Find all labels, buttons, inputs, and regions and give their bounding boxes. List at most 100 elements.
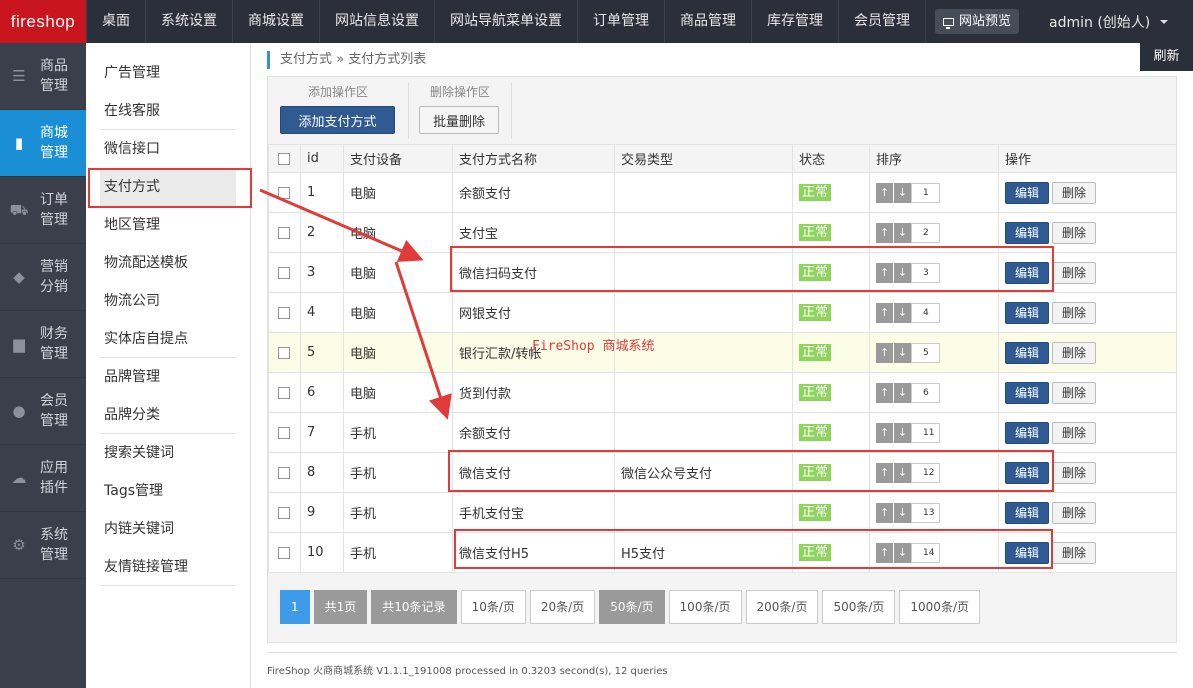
batch-delete-button[interactable]: 批量删除 [419, 106, 499, 134]
topnav-site-info[interactable]: 网站信息设置 [320, 0, 435, 43]
arrow-down-icon[interactable]: ↓ [894, 382, 911, 403]
topnav-inventory[interactable]: 库存管理 [752, 0, 839, 43]
topnav-members[interactable]: 会员管理 [839, 0, 926, 43]
delete-button[interactable]: 删除 [1052, 221, 1096, 244]
arrow-down-icon[interactable]: ↓ [894, 422, 911, 443]
page-size-20[interactable]: 20条/页 [529, 590, 596, 624]
submenu-friend-links[interactable]: 友情链接管理 [100, 548, 236, 586]
delete-button[interactable]: 删除 [1052, 341, 1096, 364]
row-checkbox[interactable] [278, 306, 290, 319]
column-header-name[interactable]: 支付方式名称 [452, 144, 615, 173]
edit-button[interactable]: 编辑 [1005, 381, 1049, 404]
page-size-100[interactable]: 100条/页 [668, 590, 742, 624]
arrow-down-icon[interactable]: ↓ [894, 182, 911, 203]
status-badge[interactable]: 正常 [799, 544, 832, 561]
column-header-device[interactable]: 支付设备 [343, 144, 453, 173]
row-checkbox[interactable] [278, 546, 290, 559]
arrow-up-icon[interactable]: ↑ [876, 542, 893, 563]
edit-button[interactable]: 编辑 [1005, 541, 1049, 564]
column-header-trade-type[interactable]: 交易类型 [614, 144, 793, 173]
topnav-desktop[interactable]: 桌面 [86, 0, 146, 43]
logo[interactable]: fireshop [0, 0, 86, 43]
topnav-products[interactable]: 商品管理 [665, 0, 752, 43]
page-size-500[interactable]: 500条/页 [822, 590, 896, 624]
refresh-button[interactable]: 刷新 [1140, 43, 1193, 71]
submenu-brand-categories[interactable]: 品牌分类 [100, 396, 236, 434]
status-badge[interactable]: 正常 [799, 304, 832, 321]
topnav-orders[interactable]: 订单管理 [578, 0, 665, 43]
row-checkbox[interactable] [278, 266, 290, 279]
delete-button[interactable]: 删除 [1052, 381, 1096, 404]
sort-input[interactable]: 1 [911, 182, 940, 203]
sidebar-item-marketing[interactable]: ◆ 营销 分销 [0, 244, 86, 311]
submenu-online-service[interactable]: 在线客服 [100, 92, 236, 130]
status-badge[interactable]: 正常 [799, 184, 832, 201]
sort-input[interactable]: 13 [911, 502, 940, 523]
delete-button[interactable]: 删除 [1052, 301, 1096, 324]
topnav-mall-settings[interactable]: 商城设置 [233, 0, 320, 43]
submenu-internal-links[interactable]: 内链关键词 [100, 510, 236, 548]
sidebar-item-products[interactable]: ☰ 商品 管理 [0, 43, 86, 110]
arrow-up-icon[interactable]: ↑ [876, 502, 893, 523]
sidebar-item-mall[interactable]: ▮ 商城 管理 [0, 110, 86, 177]
status-badge[interactable]: 正常 [799, 464, 832, 481]
submenu-logistics[interactable]: 物流公司 [100, 282, 236, 320]
topnav-system-settings[interactable]: 系统设置 [146, 0, 233, 43]
arrow-up-icon[interactable]: ↑ [876, 342, 893, 363]
arrow-up-icon[interactable]: ↑ [876, 262, 893, 283]
submenu-payment-methods[interactable]: 支付方式 [100, 168, 236, 206]
arrow-down-icon[interactable]: ↓ [894, 342, 911, 363]
sort-input[interactable]: 3 [911, 262, 940, 283]
edit-button[interactable]: 编辑 [1005, 221, 1049, 244]
submenu-regions[interactable]: 地区管理 [100, 206, 236, 244]
sort-input[interactable]: 6 [911, 382, 940, 403]
submenu-search-keywords[interactable]: 搜索关键词 [100, 434, 236, 472]
row-checkbox[interactable] [278, 506, 290, 519]
sort-input[interactable]: 5 [911, 342, 940, 363]
site-preview-button[interactable]: 网站预览 [935, 9, 1020, 34]
arrow-down-icon[interactable]: ↓ [894, 262, 911, 283]
edit-button[interactable]: 编辑 [1005, 261, 1049, 284]
edit-button[interactable]: 编辑 [1005, 501, 1049, 524]
arrow-down-icon[interactable]: ↓ [894, 542, 911, 563]
arrow-down-icon[interactable]: ↓ [894, 502, 911, 523]
delete-button[interactable]: 删除 [1052, 501, 1096, 524]
edit-button[interactable]: 编辑 [1005, 181, 1049, 204]
sidebar-item-orders[interactable]: ⛟ 订单 管理 [0, 177, 86, 244]
arrow-up-icon[interactable]: ↑ [876, 422, 893, 443]
submenu-wechat-api[interactable]: 微信接口 [100, 130, 236, 168]
edit-button[interactable]: 编辑 [1005, 421, 1049, 444]
arrow-up-icon[interactable]: ↑ [876, 222, 893, 243]
select-all-checkbox[interactable] [278, 152, 290, 165]
add-payment-button[interactable]: 添加支付方式 [280, 106, 395, 134]
delete-button[interactable]: 删除 [1052, 261, 1096, 284]
status-badge[interactable]: 正常 [799, 384, 832, 401]
column-header-status[interactable]: 状态 [792, 144, 870, 173]
column-header-sort[interactable]: 排序 [869, 144, 999, 173]
sort-input[interactable]: 4 [911, 302, 940, 323]
sort-input[interactable]: 12 [911, 462, 940, 483]
column-header-id[interactable]: id [300, 144, 344, 173]
status-badge[interactable]: 正常 [799, 224, 832, 241]
arrow-up-icon[interactable]: ↑ [876, 382, 893, 403]
arrow-down-icon[interactable]: ↓ [894, 462, 911, 483]
row-checkbox[interactable] [278, 466, 290, 479]
status-badge[interactable]: 正常 [799, 344, 832, 361]
page-size-200[interactable]: 200条/页 [745, 590, 819, 624]
page-current[interactable]: 1 [280, 590, 310, 624]
delete-button[interactable]: 删除 [1052, 421, 1096, 444]
edit-button[interactable]: 编辑 [1005, 341, 1049, 364]
sidebar-item-finance[interactable]: ▆ 财务 管理 [0, 311, 86, 378]
status-badge[interactable]: 正常 [799, 264, 832, 281]
arrow-down-icon[interactable]: ↓ [894, 302, 911, 323]
submenu-tags[interactable]: Tags管理 [100, 472, 236, 510]
page-size-1000[interactable]: 1000条/页 [899, 590, 980, 624]
delete-button[interactable]: 删除 [1052, 181, 1096, 204]
submenu-pickup-points[interactable]: 实体店自提点 [100, 320, 236, 358]
submenu-shipping-templates[interactable]: 物流配送模板 [100, 244, 236, 282]
delete-button[interactable]: 删除 [1052, 541, 1096, 564]
row-checkbox[interactable] [278, 186, 290, 199]
row-checkbox[interactable] [278, 386, 290, 399]
arrow-up-icon[interactable]: ↑ [876, 302, 893, 323]
delete-button[interactable]: 删除 [1052, 461, 1096, 484]
